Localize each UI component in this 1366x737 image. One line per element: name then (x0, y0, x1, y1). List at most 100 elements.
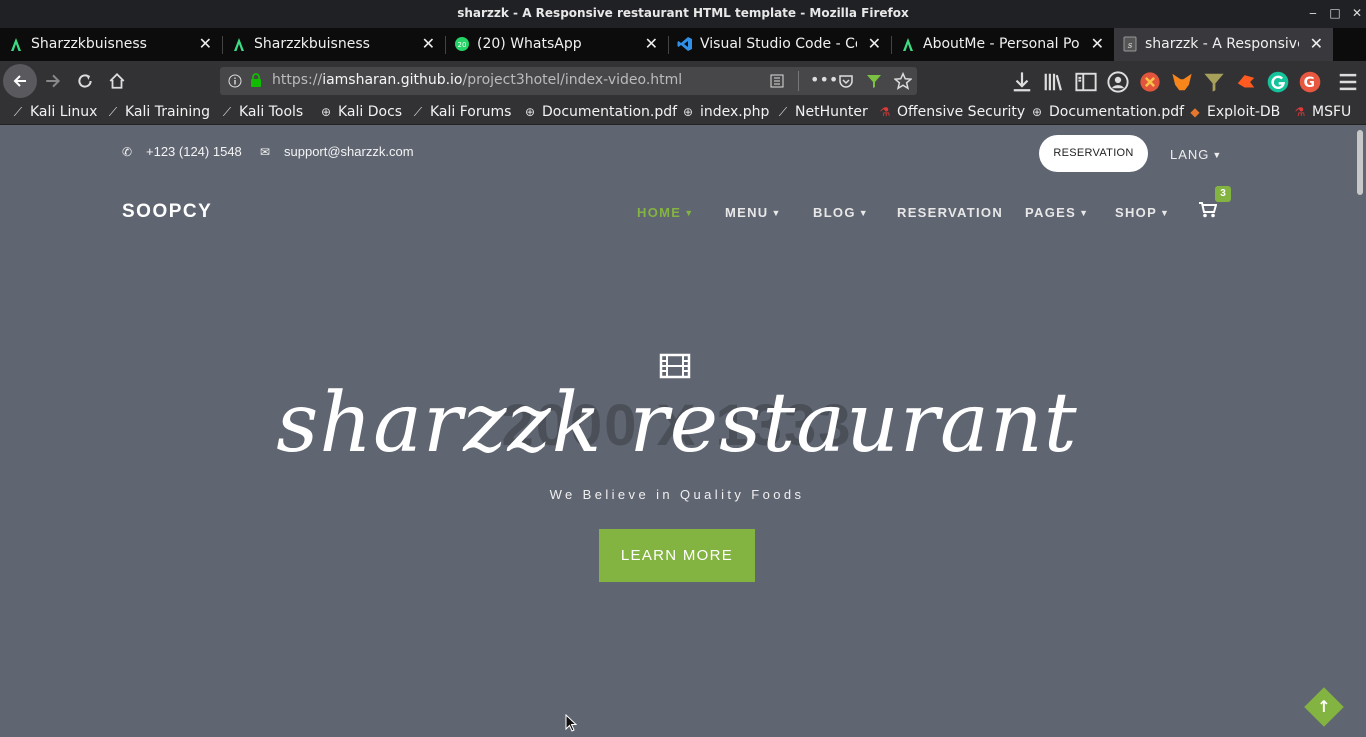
back-button[interactable] (3, 64, 37, 98)
menu-blog[interactable]: BLOG ▼ (813, 205, 869, 220)
bookmark-nethunter[interactable]: ⟋ NetHunter (775, 104, 868, 120)
svg-text:G: G (1304, 75, 1315, 91)
tab-sharzzkbuisness-2[interactable]: Sharzzkbuisness ✕ (223, 28, 445, 61)
pocket-icon[interactable] (838, 73, 854, 89)
mouse-cursor-icon (565, 714, 577, 732)
kali-icon: ⟋ (222, 105, 232, 119)
close-icon[interactable]: ✕ (645, 34, 658, 53)
bookmark-kali-linux[interactable]: ⟋ Kali Linux (10, 104, 98, 120)
bookmark-kali-tools[interactable]: ⟋ Kali Tools (219, 104, 303, 120)
window-titlebar: sharzzk - A Responsive restaurant HTML t… (0, 0, 1366, 28)
tab-bar: Sharzzkbuisness ✕ Sharzzkbuisness ✕ 20 (… (0, 28, 1366, 82)
bookmark-exploit-db[interactable]: ◆ Exploit-DB (1187, 104, 1280, 120)
learn-more-button[interactable]: LEARN MORE (599, 529, 755, 582)
info-icon[interactable] (228, 74, 242, 88)
metamask-fox-icon[interactable] (1171, 71, 1193, 93)
globe-icon: ⊕ (682, 105, 694, 119)
page-scrollbar[interactable] (1354, 126, 1366, 737)
globe-icon: ⊕ (1031, 105, 1043, 119)
cart-icon[interactable] (1199, 202, 1217, 218)
menu-label: MENU (725, 205, 769, 220)
lock-icon[interactable] (249, 73, 263, 88)
close-icon[interactable]: ✕ (199, 34, 212, 53)
maximize-button[interactable]: □ (1327, 5, 1343, 21)
page-viewport: ✆ +123 (124) 1548 ✉ support@sharzzk.com RE… (0, 126, 1354, 737)
download-icon[interactable] (1011, 71, 1033, 93)
menu-label: RESERVATION (897, 205, 1004, 220)
hero-title: sharzzk restaurant (276, 376, 1078, 471)
bookmark-label: Kali Training (125, 104, 210, 120)
bookmark-label: Offensive Security (897, 104, 1026, 120)
reservation-button[interactable]: RESERVATION (1039, 135, 1148, 172)
forward-button[interactable] (44, 72, 62, 90)
bookmark-documentation-1[interactable]: ⊕ Documentation.pdf (522, 104, 677, 120)
home-button[interactable] (108, 72, 126, 90)
menu-reservation[interactable]: RESERVATION (897, 205, 1003, 220)
tab-label: (20) WhatsApp (477, 36, 582, 52)
bookmark-label: Kali Docs (338, 104, 403, 120)
bookmarks-toolbar: ⟋ Kali Linux ⟋ Kali Training ⟋ Kali Tools ⊕… (0, 101, 1366, 125)
kali-icon: ⟋ (413, 105, 423, 119)
reload-icon (78, 74, 92, 88)
whatsapp-icon: 20 (455, 37, 469, 51)
bookmark-offensive-security[interactable]: ⚗ Offensive Security (877, 104, 1026, 120)
sidebar-icon[interactable] (1075, 71, 1097, 93)
bookmark-msfu[interactable]: ⚗ MSFU (1292, 104, 1352, 120)
menu-pages[interactable]: PAGES ▼ (1025, 205, 1089, 220)
caret-down-icon: ▼ (1160, 208, 1171, 218)
vscode-icon (677, 37, 692, 51)
contact-email[interactable]: ✉ support@sharzzk.com (260, 144, 414, 159)
bookmark-documentation-2[interactable]: ⊕ Documentation.pdf (1029, 104, 1184, 120)
extension-flask-icon[interactable] (1139, 71, 1161, 93)
kali-icon: ⟋ (108, 105, 118, 119)
scrollbar-thumb[interactable] (1357, 130, 1363, 195)
tab-sharzzk-active[interactable]: s sharzzk - A Responsive r ✕ (1114, 28, 1333, 61)
bookmark-index-php[interactable]: ⊕ index.php (680, 104, 769, 120)
library-icon[interactable] (1043, 71, 1065, 93)
tab-label: AboutMe - Personal Port (923, 36, 1080, 52)
google-translate-icon[interactable]: G (1299, 71, 1321, 93)
email-address: support@sharzzk.com (284, 144, 414, 159)
close-window-button[interactable]: ✕ (1349, 5, 1365, 21)
bookmark-kali-training[interactable]: ⟋ Kali Training (105, 104, 210, 120)
extension-filter-icon[interactable] (1203, 71, 1225, 93)
bookmark-kali-docs[interactable]: ⊕ Kali Docs (318, 104, 402, 120)
reader-view-icon[interactable] (770, 74, 784, 88)
forward-arrow-icon (46, 74, 61, 88)
globe-icon: ⊕ (320, 105, 332, 119)
url-domain: iamsharan.github.io (322, 72, 463, 88)
grammarly-icon[interactable] (1267, 71, 1289, 93)
close-icon[interactable]: ✕ (1091, 34, 1104, 53)
url-bar[interactable]: https://iamsharan.github.io/project3hote… (220, 67, 917, 95)
tab-whatsapp[interactable]: 20 (20) WhatsApp ✕ (446, 28, 668, 61)
svg-text:s: s (1128, 41, 1133, 51)
url-text[interactable]: https://iamsharan.github.io/project3hote… (272, 72, 682, 88)
phone-number: +123 (124) 1548 (146, 144, 242, 159)
page-actions-icon[interactable]: ••• (810, 70, 838, 89)
close-icon[interactable]: ✕ (422, 34, 435, 53)
minimize-button[interactable]: ‒ (1305, 5, 1321, 21)
tab-sharzzkbuisness-1[interactable]: Sharzzkbuisness ✕ (0, 28, 222, 61)
menu-shop[interactable]: SHOP ▼ (1115, 205, 1170, 220)
envelope-icon: ✉ (260, 145, 271, 159)
reload-button[interactable] (76, 72, 94, 90)
bookmark-kali-forums[interactable]: ⟋ Kali Forums (410, 104, 512, 120)
bookmark-star-icon[interactable] (894, 72, 912, 90)
lang-dropdown[interactable]: LANG ▼ (1170, 147, 1222, 162)
close-icon[interactable]: ✕ (1310, 34, 1323, 53)
url-prefix: https:// (272, 72, 323, 88)
menu-label: PAGES (1025, 205, 1077, 220)
lang-label: LANG (1170, 147, 1210, 162)
site-logo[interactable]: SOOPCY (122, 201, 212, 223)
menu-home[interactable]: HOME ▼ (637, 205, 694, 220)
close-icon[interactable]: ✕ (868, 34, 881, 53)
hamburger-menu-icon[interactable] (1337, 71, 1359, 93)
menu-menu[interactable]: MENU ▼ (725, 205, 782, 220)
account-icon[interactable] (1107, 71, 1129, 93)
extension-funnel-icon[interactable] (866, 73, 882, 89)
extension-bird-icon[interactable] (1235, 71, 1257, 93)
tab-aboutme[interactable]: AboutMe - Personal Port ✕ (892, 28, 1114, 61)
tab-label: sharzzk - A Responsive r (1145, 36, 1299, 52)
tab-vscode[interactable]: Visual Studio Code - Cod ✕ (669, 28, 891, 61)
scroll-to-top-button[interactable]: ↑ (1304, 687, 1344, 727)
